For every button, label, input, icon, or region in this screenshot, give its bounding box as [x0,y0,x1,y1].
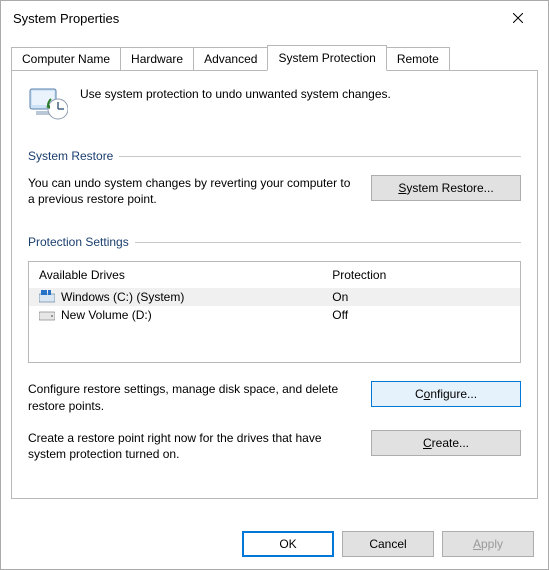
tab-strip: Computer Name Hardware Advanced System P… [11,45,538,70]
drive-row[interactable]: New Volume (D:) Off [29,306,520,324]
spacer [1,499,548,521]
dialog-buttons: OK Cancel Apply [1,521,548,569]
divider [135,242,521,243]
drive-protection: On [332,290,512,304]
group-label-protection: Protection Settings [28,235,129,249]
group-label-restore: System Restore [28,149,113,163]
drive-name: New Volume (D:) [61,308,332,322]
group-system-restore: System Restore [28,149,521,163]
configure-description: Configure restore settings, manage disk … [28,381,353,413]
ok-button[interactable]: OK [242,531,334,557]
create-row: Create a restore point right now for the… [28,430,521,462]
close-button[interactable] [496,3,540,33]
drive-protection: Off [332,308,512,322]
drive-name: Windows (C:) (System) [61,290,332,304]
configure-button[interactable]: Configure... [371,381,521,407]
system-restore-description: You can undo system changes by reverting… [28,175,353,207]
tab-computer-name[interactable]: Computer Name [11,47,121,70]
drive-windows-icon [39,290,55,304]
system-restore-button-label-rest: ystem Restore... [406,181,493,195]
titlebar: System Properties [1,1,548,35]
system-protection-icon [28,85,68,121]
tab-advanced[interactable]: Advanced [193,47,268,70]
drives-list[interactable]: Available Drives Protection Windows (C:)… [28,261,521,363]
tab-hardware[interactable]: Hardware [120,47,194,70]
system-properties-window: System Properties Computer Name Hardware… [0,0,549,570]
group-protection-settings: Protection Settings [28,235,521,249]
window-title: System Properties [13,11,496,26]
system-restore-button[interactable]: System Restore... [371,175,521,201]
tab-remote[interactable]: Remote [386,47,450,70]
tabs-region: Computer Name Hardware Advanced System P… [1,35,548,499]
tab-system-protection[interactable]: System Protection [267,45,386,71]
intro-text: Use system protection to undo unwanted s… [80,85,391,101]
drives-header: Available Drives Protection [29,262,520,288]
configure-row: Configure restore settings, manage disk … [28,381,521,413]
drive-row[interactable]: Windows (C:) (System) On [29,288,520,306]
cancel-button[interactable]: Cancel [342,531,434,557]
intro-row: Use system protection to undo unwanted s… [28,85,521,121]
apply-button[interactable]: Apply [442,531,534,557]
drive-generic-icon [39,308,55,322]
create-button[interactable]: Create... [371,430,521,456]
create-description: Create a restore point right now for the… [28,430,353,462]
system-restore-row: You can undo system changes by reverting… [28,175,521,207]
drives-header-protection: Protection [332,268,512,282]
close-icon [513,13,523,23]
tab-panel-system-protection: Use system protection to undo unwanted s… [11,70,538,499]
divider [119,156,521,157]
drives-header-drive: Available Drives [39,268,332,282]
